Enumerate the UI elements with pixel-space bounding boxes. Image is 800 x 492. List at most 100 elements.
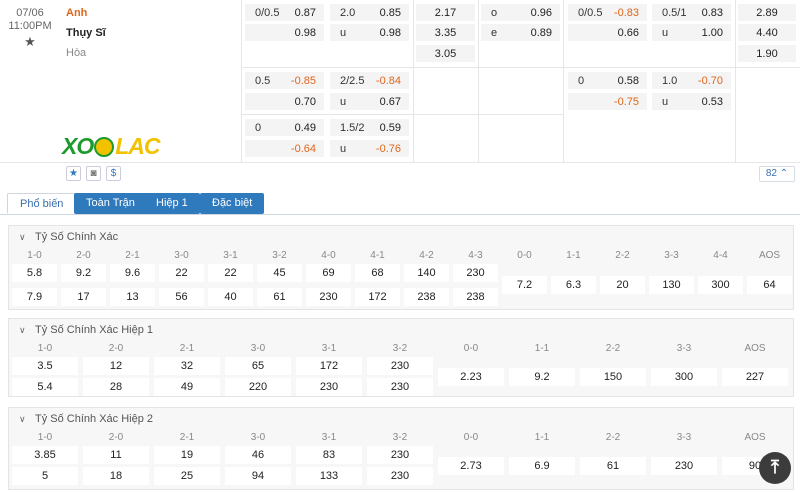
score-odds-home[interactable]: 68 <box>355 264 400 282</box>
star-icon[interactable]: ★ <box>66 166 81 181</box>
oe-even[interactable]: e 0.89 <box>481 24 560 41</box>
score-odds-away[interactable]: 28 <box>83 378 149 396</box>
hdp-home-r3[interactable]: 0 0.49 <box>245 119 324 136</box>
h1-1x2-home[interactable]: 2.89 <box>738 4 796 21</box>
h1-ou-over-r1[interactable]: 0.5/1 0.83 <box>652 4 731 21</box>
h1-ou-under-r2[interactable]: u 0.53 <box>652 93 731 110</box>
score-odds-draw[interactable]: 61 <box>580 457 646 475</box>
score-odds-away[interactable]: 238 <box>404 288 449 306</box>
ou-over-r2[interactable]: 2/2.5 -0.84 <box>330 72 409 89</box>
oe-odd[interactable]: o 0.96 <box>481 4 560 21</box>
score-odds-home[interactable]: 45 <box>257 264 302 282</box>
score-odds-away[interactable]: 172 <box>355 288 400 306</box>
score-odds-away[interactable]: 25 <box>154 467 220 485</box>
score-odds-draw[interactable]: 9.2 <box>509 368 575 386</box>
arrow-up-icon[interactable]: ⤒ <box>759 452 791 484</box>
score-odds-away[interactable]: 18 <box>83 467 149 485</box>
score-odds-draw[interactable]: 230 <box>651 457 717 475</box>
score-odds-draw[interactable]: 64 <box>747 276 792 294</box>
1x2-home[interactable]: 2.17 <box>416 4 475 21</box>
1x2-draw[interactable]: 3.05 <box>416 45 475 62</box>
h1-hdp-away-r1[interactable]: 0.66 <box>568 24 647 41</box>
tab-special[interactable]: Đặc biệt <box>200 193 265 214</box>
favorite-star-icon[interactable]: ★ <box>0 35 60 48</box>
tab-first-half[interactable]: Hiệp 1 <box>144 193 200 214</box>
score-odds-home[interactable]: 83 <box>296 446 362 464</box>
score-odds-home[interactable]: 46 <box>225 446 291 464</box>
score-odds-home[interactable]: 22 <box>159 264 204 282</box>
score-odds-draw[interactable]: 300 <box>651 368 717 386</box>
hdp-home-r2[interactable]: 0.5 -0.85 <box>245 72 324 89</box>
ou-under-r3[interactable]: u -0.76 <box>330 140 409 157</box>
h1-ou-over-r2[interactable]: 1.0 -0.70 <box>652 72 731 89</box>
score-odds-away[interactable]: 230 <box>367 378 433 396</box>
home-team[interactable]: Anh <box>66 7 87 19</box>
score-odds-away[interactable]: 49 <box>154 378 220 396</box>
score-odds-away[interactable]: 56 <box>159 288 204 306</box>
tab-popular[interactable]: Phổ biến <box>7 193 77 214</box>
section-title[interactable]: ∨ Tỷ Số Chính Xác Hiệp 2 <box>19 413 153 425</box>
score-odds-home[interactable]: 230 <box>453 264 498 282</box>
stats-icon[interactable]: ◙ <box>86 166 101 181</box>
h1-hdp-home-r2[interactable]: 0 0.58 <box>568 72 647 89</box>
ou-over-r1[interactable]: 2.0 0.85 <box>330 4 409 21</box>
score-odds-draw[interactable]: 20 <box>600 276 645 294</box>
score-odds-away[interactable]: 17 <box>61 288 106 306</box>
score-odds-home[interactable]: 69 <box>306 264 351 282</box>
score-odds-away[interactable]: 7.9 <box>12 288 57 306</box>
score-odds-away[interactable]: 230 <box>306 288 351 306</box>
score-odds-away[interactable]: 94 <box>225 467 291 485</box>
score-odds-away[interactable]: 133 <box>296 467 362 485</box>
score-odds-away[interactable]: 220 <box>225 378 291 396</box>
score-odds-home[interactable]: 9.2 <box>61 264 106 282</box>
score-odds-draw[interactable]: 227 <box>722 368 788 386</box>
hdp-away-r2[interactable]: 0.70 <box>245 93 324 110</box>
1x2-away[interactable]: 3.35 <box>416 24 475 41</box>
section-title[interactable]: ∨ Tỷ Số Chính Xác <box>19 231 118 243</box>
score-odds-home[interactable]: 230 <box>367 357 433 375</box>
score-odds-home[interactable]: 9.6 <box>110 264 155 282</box>
score-odds-away[interactable]: 61 <box>257 288 302 306</box>
score-odds-away[interactable]: 230 <box>296 378 362 396</box>
h1-hdp-home-r1[interactable]: 0/0.5 -0.83 <box>568 4 647 21</box>
score-odds-home[interactable]: 140 <box>404 264 449 282</box>
ou-over-r3[interactable]: 1.5/2 0.59 <box>330 119 409 136</box>
more-markets-button[interactable]: 82 ⌃ <box>759 166 795 182</box>
score-odds-away[interactable]: 238 <box>453 288 498 306</box>
score-odds-away[interactable]: 40 <box>208 288 253 306</box>
score-odds-draw[interactable]: 300 <box>698 276 743 294</box>
score-odds-home[interactable]: 32 <box>154 357 220 375</box>
score-odds-away[interactable]: 5.4 <box>12 378 78 396</box>
score-odds-home[interactable]: 3.85 <box>12 446 78 464</box>
h1-1x2-away[interactable]: 4.40 <box>738 24 796 41</box>
score-odds-home[interactable]: 19 <box>154 446 220 464</box>
score-odds-draw[interactable]: 150 <box>580 368 646 386</box>
ou-under-r2[interactable]: u 0.67 <box>330 93 409 110</box>
h1-ou-under-r1[interactable]: u 1.00 <box>652 24 731 41</box>
score-odds-draw[interactable]: 2.23 <box>438 368 504 386</box>
section-title[interactable]: ∨ Tỷ Số Chính Xác Hiệp 1 <box>19 324 153 336</box>
dollar-icon[interactable]: $ <box>106 166 121 181</box>
score-odds-home[interactable]: 22 <box>208 264 253 282</box>
score-odds-draw[interactable]: 6.9 <box>509 457 575 475</box>
score-odds-draw[interactable]: 2.73 <box>438 457 504 475</box>
hdp-away-r1[interactable]: 0.98 <box>245 24 324 41</box>
score-odds-draw[interactable]: 6.3 <box>551 276 596 294</box>
hdp-home-r1[interactable]: 0/0.5 0.87 <box>245 4 324 21</box>
score-odds-home[interactable]: 12 <box>83 357 149 375</box>
h1-1x2-draw[interactable]: 1.90 <box>738 45 796 62</box>
score-odds-away[interactable]: 230 <box>367 467 433 485</box>
score-odds-home[interactable]: 65 <box>225 357 291 375</box>
score-odds-away[interactable]: 13 <box>110 288 155 306</box>
score-odds-home[interactable]: 3.5 <box>12 357 78 375</box>
score-odds-home[interactable]: 230 <box>367 446 433 464</box>
ou-under-r1[interactable]: u 0.98 <box>330 24 409 41</box>
score-odds-draw[interactable]: 7.2 <box>502 276 547 294</box>
away-team[interactable]: Thụy Sĩ <box>66 27 106 39</box>
hdp-away-r3[interactable]: -0.64 <box>245 140 324 157</box>
score-odds-home[interactable]: 5.8 <box>12 264 57 282</box>
h1-hdp-away-r2[interactable]: -0.75 <box>568 93 647 110</box>
tab-full-match[interactable]: Toàn Trận <box>74 193 147 214</box>
score-odds-away[interactable]: 5 <box>12 467 78 485</box>
score-odds-draw[interactable]: 130 <box>649 276 694 294</box>
